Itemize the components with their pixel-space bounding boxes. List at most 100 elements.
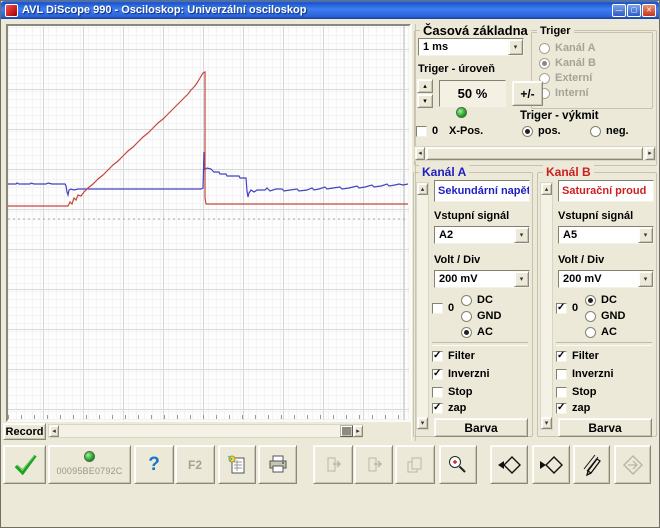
radio-icon — [539, 58, 550, 69]
channel-a-zap-checkbox[interactable]: zap — [432, 402, 466, 414]
export-document-icon — [225, 453, 249, 477]
f2-button[interactable]: F2 — [175, 445, 215, 484]
channel-b-signal-name-field[interactable]: Saturační proud — [558, 180, 654, 202]
zoom-button[interactable] — [439, 445, 477, 484]
channel-b-filter-checkbox[interactable]: Filter — [556, 350, 599, 362]
trigger-level-down-icon[interactable]: ▾ — [417, 94, 433, 108]
channel-a-signal-name-field[interactable]: Sekundární napětí — [434, 180, 530, 202]
xpos-scroll-thumb[interactable] — [426, 147, 643, 160]
record-scroll-left-icon[interactable]: ◂ — [49, 425, 59, 437]
channel-a-input-select[interactable]: A2 ▾ — [434, 226, 530, 244]
radio-icon — [539, 43, 550, 54]
channel-b-coupling-dc[interactable]: DC — [585, 294, 617, 306]
record-scroll-right-icon[interactable]: ▸ — [353, 425, 363, 437]
checkbox-icon — [556, 303, 567, 314]
restore-icon[interactable]: ▢ — [627, 4, 641, 17]
channel-a-coupling-dc[interactable]: DC — [461, 294, 493, 306]
channel-a-filter-checkbox[interactable]: Filter — [432, 350, 475, 362]
minimize-icon[interactable]: — — [612, 4, 626, 17]
channel-b-coupling-gnd[interactable]: GND — [585, 310, 625, 322]
marker-go-button — [614, 445, 651, 484]
export-button[interactable] — [218, 445, 256, 484]
signal-name-text: Sekundární napětí — [438, 185, 530, 197]
close-icon[interactable]: ✕ — [642, 4, 656, 17]
channel-b-zap-checkbox[interactable]: zap — [556, 402, 590, 414]
checkbox-icon — [432, 369, 443, 380]
channel-a-scroll-down-icon[interactable]: ▾ — [417, 417, 428, 429]
edit-off-button[interactable] — [573, 445, 610, 484]
page-arrow-icon — [321, 453, 345, 477]
checkbox-icon — [556, 403, 567, 414]
radio-icon — [461, 295, 472, 306]
trigger-source-externi[interactable]: Externí — [539, 72, 592, 84]
radio-label: neg. — [606, 125, 629, 137]
xpos-scroll-right-icon[interactable]: ▸ — [645, 147, 655, 160]
channel-b-scroll-up-icon[interactable]: ▴ — [541, 183, 552, 195]
channel-a-scroll-up-icon[interactable]: ▴ — [417, 183, 428, 195]
record-scrollbar[interactable]: ◂ ▸ — [48, 424, 363, 438]
confirm-button[interactable] — [3, 445, 46, 484]
trigger-level-heading: Triger - úroveň — [418, 63, 495, 75]
channel-b-scroll-down-icon[interactable]: ▾ — [541, 417, 552, 429]
trigger-level-value: 50 % — [439, 80, 506, 107]
channel-a-input-label: Vstupní signál — [434, 210, 509, 222]
chevron-down-icon[interactable]: ▾ — [638, 227, 653, 243]
slope-neg-radio[interactable]: neg. — [590, 125, 629, 137]
print-button[interactable] — [258, 445, 297, 484]
channel-a-voltdiv-value: 200 mV — [435, 273, 514, 285]
trigger-source-interni[interactable]: Interní — [539, 87, 589, 99]
radio-icon — [585, 327, 596, 338]
trigger-source-kanal-b[interactable]: Kanál B — [539, 57, 596, 69]
help-button[interactable]: ? — [134, 445, 174, 484]
trigger-level-up-icon[interactable]: ▴ — [417, 79, 433, 93]
channel-b-input-select[interactable]: A5 ▾ — [558, 226, 654, 244]
channel-a-coupling-gnd[interactable]: GND — [461, 310, 501, 322]
marker-prev-button[interactable] — [490, 445, 528, 484]
channel-b-coupling-ac[interactable]: AC — [585, 326, 617, 338]
channel-a-color-button[interactable]: Barva — [434, 418, 528, 437]
channel-b-input-value: A5 — [559, 229, 638, 241]
marker-next-button[interactable] — [532, 445, 570, 484]
xpos-scroll-left-icon[interactable]: ◂ — [415, 147, 425, 160]
page-forward-button-1 — [313, 445, 353, 484]
plusminus-label: +/- — [520, 87, 534, 101]
channel-a-invert-checkbox[interactable]: Inverzni — [432, 368, 490, 380]
channel-b-color-button[interactable]: Barva — [558, 418, 652, 437]
channel-b-stop-checkbox[interactable]: Stop — [556, 386, 596, 398]
channel-a-zero-checkbox[interactable]: 0 — [432, 302, 454, 314]
trigger-source-kanal-a[interactable]: Kanál A — [539, 42, 596, 54]
channel-b-voltdiv-select[interactable]: 200 mV ▾ — [558, 270, 654, 288]
signal-name-text: Saturační proud — [562, 185, 646, 197]
timebase-heading: Časová základna — [420, 23, 531, 38]
channel-b-position-scrollbar[interactable]: ▴ ▾ — [540, 182, 553, 430]
channel-b-invert-checkbox[interactable]: Inverzni — [556, 368, 614, 380]
app-icon — [5, 4, 18, 17]
radio-icon — [461, 327, 472, 338]
oscilloscope-plot[interactable] — [6, 24, 411, 422]
checkbox-label: Filter — [572, 350, 599, 362]
barva-label: Barva — [588, 421, 621, 435]
record-button[interactable]: Record — [3, 423, 46, 440]
channel-a-coupling-ac[interactable]: AC — [461, 326, 493, 338]
checkbox-icon — [432, 403, 443, 414]
radio-label: Externí — [555, 72, 592, 84]
trigger-polarity-button[interactable]: +/- — [512, 81, 543, 106]
channel-a-stop-checkbox[interactable]: Stop — [432, 386, 472, 398]
xpos-scrollbar[interactable]: ◂ ▸ — [414, 146, 656, 161]
channel-b-heading: Kanál B — [543, 165, 594, 179]
slope-pos-radio[interactable]: pos. — [522, 125, 561, 137]
record-scroll-thumb[interactable] — [340, 425, 353, 437]
channel-a-voltdiv-select[interactable]: 200 mV ▾ — [434, 270, 530, 288]
channel-a-position-scrollbar[interactable]: ▴ ▾ — [416, 182, 429, 430]
radio-label: Kanál A — [555, 42, 596, 54]
channel-a-separator — [432, 342, 528, 346]
chevron-down-icon[interactable]: ▾ — [638, 271, 653, 287]
window-title: AVL DiScope 990 - Osciloskop: Univerzáln… — [22, 4, 306, 16]
timebase-select[interactable]: 1 ms ▾ — [418, 38, 524, 56]
channel-b-zero-checkbox[interactable]: 0 — [556, 302, 578, 314]
xpos-zero-checkbox[interactable]: 0 — [416, 125, 438, 137]
chevron-down-icon[interactable]: ▾ — [514, 271, 529, 287]
channel-a-input-value: A2 — [435, 229, 514, 241]
chevron-down-icon[interactable]: ▾ — [514, 227, 529, 243]
chevron-down-icon[interactable]: ▾ — [508, 39, 523, 55]
